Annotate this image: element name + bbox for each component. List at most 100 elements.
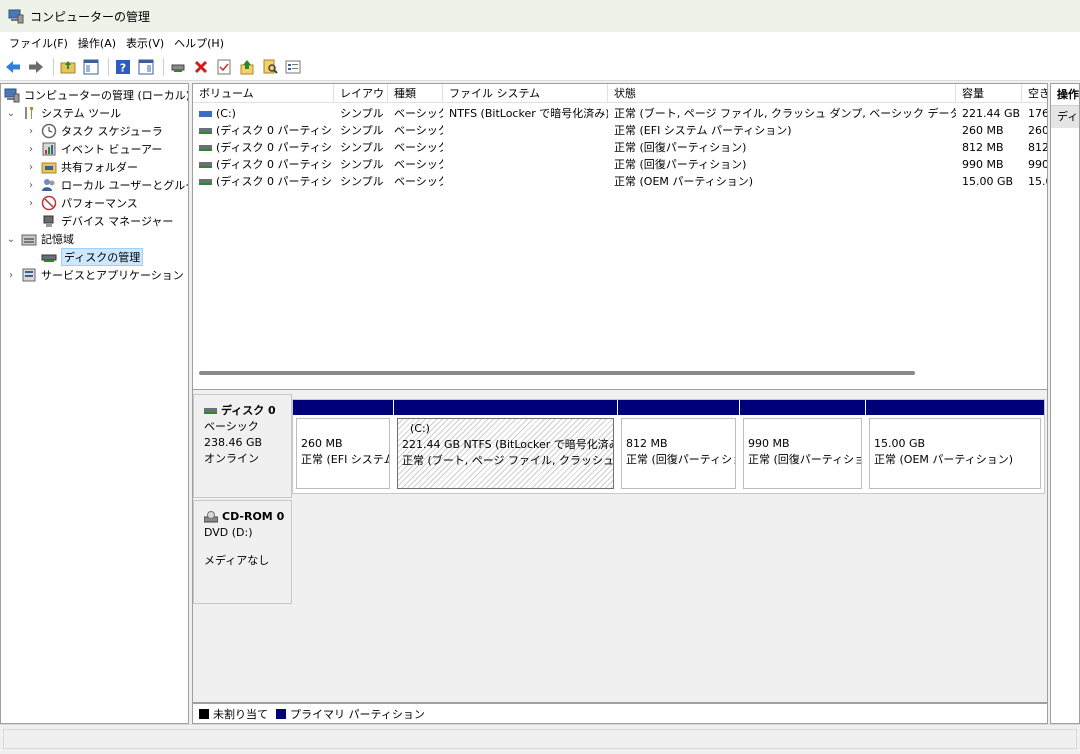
tree-item-shared-folders[interactable]: › 共有フォルダー xyxy=(25,158,138,176)
menu-view[interactable]: 表示(V) xyxy=(121,35,169,51)
check-icon[interactable] xyxy=(214,57,234,77)
volume-name: (ディスク 0 パーティション 6) xyxy=(216,175,334,188)
file-system-cell xyxy=(443,122,608,139)
status-bar xyxy=(0,724,1080,754)
column-header-type[interactable]: 種類 xyxy=(388,84,443,103)
search-icon[interactable] xyxy=(260,57,280,77)
menu-help[interactable]: ヘルプ(H) xyxy=(169,35,229,51)
chevron-right-icon[interactable]: › xyxy=(25,144,37,155)
menu-file[interactable]: ファイル(F) xyxy=(4,35,73,51)
free-space-cell: 260 xyxy=(1028,124,1048,137)
cdrom-icon xyxy=(203,511,219,523)
status-cell: 正常 (回復パーティション) xyxy=(614,158,747,171)
file-system-cell xyxy=(443,173,608,190)
tree-item-task-scheduler[interactable]: › タスク スケジューラ xyxy=(25,122,163,140)
cdrom-0-type: DVD (D:) xyxy=(204,526,253,539)
partition-legend: 未割り当て プライマリ パーティション xyxy=(192,703,1048,724)
partition-recovery-4[interactable]: 812 MB 正常 (回復パーティション) xyxy=(618,400,739,492)
tree-item-storage[interactable]: ⌄ 記憶域 xyxy=(5,230,74,248)
chevron-right-icon[interactable]: › xyxy=(25,126,37,137)
properties-icon[interactable] xyxy=(283,57,303,77)
show-hide-tree-icon[interactable] xyxy=(81,57,101,77)
help-icon[interactable]: ? xyxy=(113,57,133,77)
disk-0-label[interactable]: ディスク 0 ベーシック 238.46 GB オンライン xyxy=(193,394,292,498)
partition-oem[interactable]: 15.00 GB 正常 (OEM パーティション) xyxy=(866,400,1044,492)
chevron-right-icon[interactable]: › xyxy=(25,198,37,209)
tree-item-computer-management[interactable]: コンピューターの管理 (ローカル) xyxy=(4,86,188,104)
partition-efi-body: 260 MB 正常 (EFI システム xyxy=(296,418,390,489)
layout-cell: シンプル xyxy=(340,124,384,137)
file-system-cell: NTFS (BitLocker で暗号化済み) xyxy=(449,107,608,120)
status-cell: 正常 (ブート, ページ ファイル, クラッシュ ダンプ, ベーシック データ … xyxy=(614,107,956,120)
delete-icon[interactable] xyxy=(191,57,211,77)
horizontal-scrollbar[interactable] xyxy=(199,371,1039,376)
table-row[interactable]: (C:) シンプル ベーシック NTFS (BitLocker で暗号化済み) … xyxy=(193,105,1047,122)
table-row[interactable]: (ディスク 0 パーティション 1) シンプル ベーシック 正常 (EFI シス… xyxy=(193,122,1047,139)
svg-text:?: ? xyxy=(120,62,126,75)
tree-item-services-apps[interactable]: › サービスとアプリケーション xyxy=(5,266,184,284)
column-header-capacity[interactable]: 容量 xyxy=(956,84,1022,103)
toolbar-separator xyxy=(53,58,54,76)
tree-item-label: 記憶域 xyxy=(41,233,74,246)
capacity-cell: 221.44 GB xyxy=(962,107,1021,120)
partition-size: 221.44 GB NTFS (BitLocker で暗号化済み) xyxy=(402,438,614,451)
partition-title: (C:) xyxy=(410,422,430,435)
console-icon[interactable] xyxy=(136,57,156,77)
tree-item-event-viewer[interactable]: › イベント ビューアー xyxy=(25,140,162,158)
unallocated-swatch xyxy=(199,708,209,719)
volume-name-cell: (ディスク 0 パーティション 6) xyxy=(193,173,334,190)
chevron-right-icon[interactable]: › xyxy=(25,162,37,173)
table-row[interactable]: (ディスク 0 パーティション 4) シンプル ベーシック 正常 (回復パーティ… xyxy=(193,139,1047,156)
computer-management-icon xyxy=(4,87,20,103)
import-icon[interactable] xyxy=(237,57,257,77)
column-header-layout[interactable]: レイアウト xyxy=(334,84,388,103)
scrollbar-thumb[interactable] xyxy=(199,371,915,375)
volume-icon xyxy=(199,145,212,151)
file-system-cell xyxy=(443,156,608,173)
chevron-right-icon[interactable]: › xyxy=(5,270,17,281)
chevron-down-icon[interactable]: ⌄ xyxy=(5,108,17,119)
partition-oem-body: 15.00 GB 正常 (OEM パーティション) xyxy=(869,418,1041,489)
chevron-down-icon[interactable]: ⌄ xyxy=(5,234,17,245)
disk-0-status: オンライン xyxy=(204,452,259,465)
cdrom-0-label[interactable]: CD-ROM 0 DVD (D:) メディアなし xyxy=(193,500,292,604)
tree-item-device-manager[interactable]: デバイス マネージャー xyxy=(41,212,173,230)
partition-efi[interactable]: 260 MB 正常 (EFI システム xyxy=(293,400,393,492)
tree-item-performance[interactable]: › パフォーマンス xyxy=(25,194,138,212)
cdrom-0-name-row: CD-ROM 0 xyxy=(203,509,291,525)
partition-recovery-5[interactable]: 990 MB 正常 (回復パーティション) xyxy=(740,400,865,492)
volume-icon xyxy=(199,179,212,185)
column-header-volume[interactable]: ボリューム xyxy=(193,84,334,103)
menu-action[interactable]: 操作(A) xyxy=(73,35,121,51)
services-icon xyxy=(21,267,37,283)
cdrom-0-name: CD-ROM 0 xyxy=(222,510,285,523)
volume-name: (ディスク 0 パーティション 4) xyxy=(216,141,334,154)
tree-item-local-users[interactable]: › ローカル ユーザーとグループ xyxy=(25,176,188,194)
connect-drive-icon[interactable] xyxy=(168,57,188,77)
disk-icon xyxy=(204,408,217,414)
layout-cell: シンプル xyxy=(340,175,384,188)
layout-cell: シンプル xyxy=(340,158,384,171)
type-cell: ベーシック xyxy=(394,158,443,171)
forward-arrow-icon[interactable] xyxy=(26,57,46,77)
chevron-right-icon[interactable]: › xyxy=(25,180,37,191)
column-header-status[interactable]: 状態 xyxy=(608,84,956,103)
partition-status: 正常 (回復パーティション) xyxy=(626,453,735,466)
actions-item-disk-management[interactable]: ディスクの管理 xyxy=(1051,106,1079,128)
column-header-file-system[interactable]: ファイル システム xyxy=(443,84,608,103)
disk-0-type: ベーシック xyxy=(204,420,259,433)
type-cell: ベーシック xyxy=(394,124,443,137)
partition-c[interactable]: (C:) 221.44 GB NTFS (BitLocker で暗号化済み) 正… xyxy=(394,400,617,492)
table-row[interactable]: (ディスク 0 パーティション 6) シンプル ベーシック 正常 (OEM パー… xyxy=(193,173,1047,190)
table-row[interactable]: (ディスク 0 パーティション 5) シンプル ベーシック 正常 (回復パーティ… xyxy=(193,156,1047,173)
up-folder-icon[interactable] xyxy=(58,57,78,77)
column-header-free[interactable]: 空き xyxy=(1022,84,1047,103)
tree-item-label: パフォーマンス xyxy=(61,197,138,210)
tree-item-disk-management[interactable]: ディスクの管理 xyxy=(41,248,144,266)
capacity-cell: 260 MB xyxy=(962,124,1004,137)
shared-folder-icon xyxy=(41,159,57,175)
back-arrow-icon[interactable] xyxy=(3,57,23,77)
tree-item-system-tools[interactable]: ⌄ システム ツール xyxy=(5,104,121,122)
status-cell: 正常 (EFI システム パーティション) xyxy=(614,124,792,137)
